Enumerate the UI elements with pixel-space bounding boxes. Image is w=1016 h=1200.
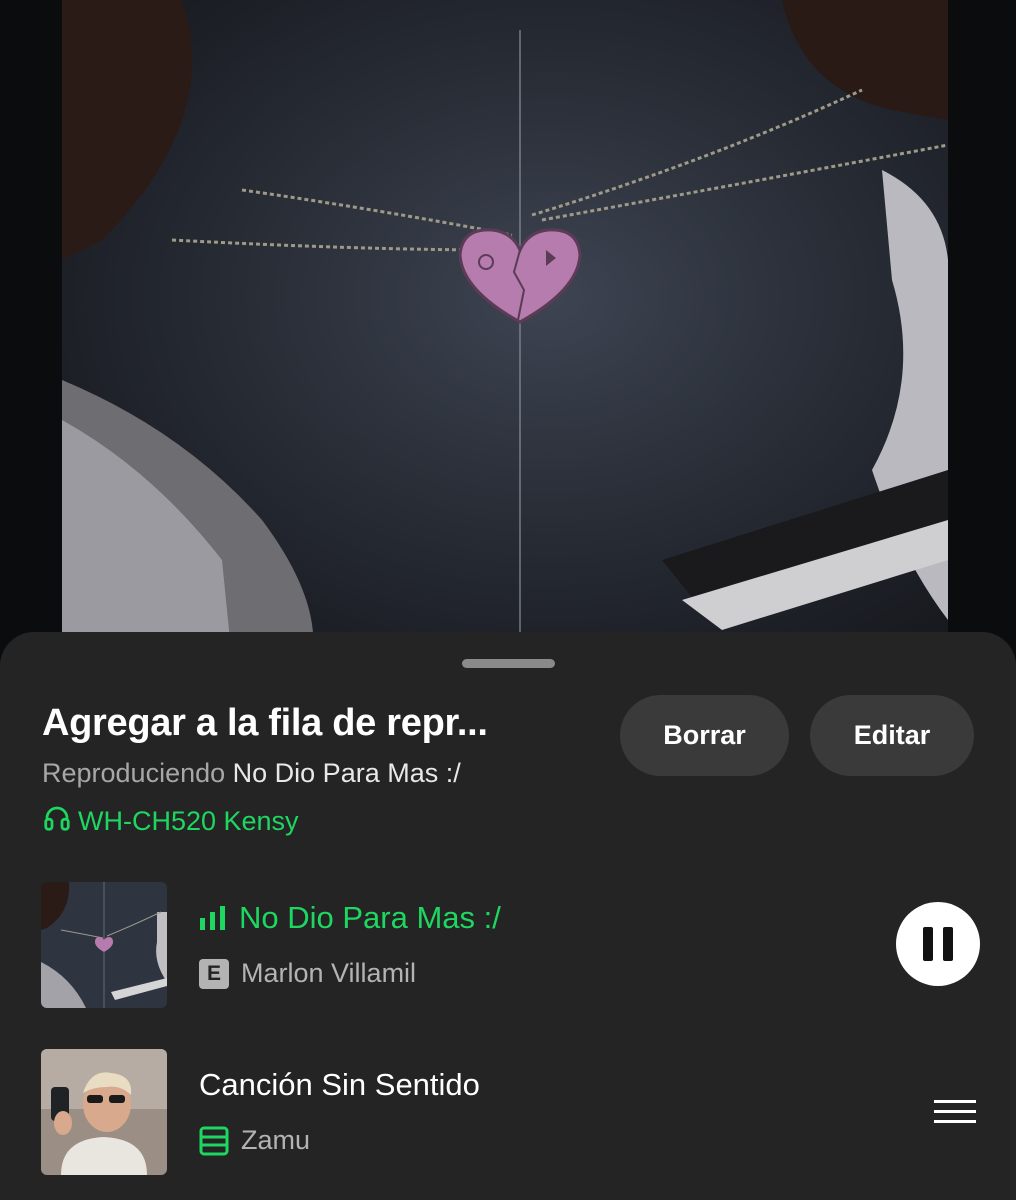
sheet-drag-handle[interactable] [462,659,555,668]
delete-button[interactable]: Borrar [620,695,789,776]
explicit-badge: E [199,958,229,989]
equalizer-icon [199,906,227,930]
reorder-handle-icon[interactable] [934,1097,976,1127]
playlist-icon [199,1126,229,1156]
headphones-icon [42,803,78,840]
now-playing-line: Reproduciendo No Dio Para Mas :/ [42,758,461,789]
track-title: No Dio Para Mas :/ [199,900,501,936]
queue-row-now-playing[interactable]: No Dio Para Mas :/ E Marlon Villamil [0,882,1016,1008]
sheet-title: Agregar a la fila de repr... [42,702,488,744]
track-artwork [41,882,167,1008]
device-name: WH-CH520 Kensy [78,806,299,836]
queue-bottom-sheet: Agregar a la fila de repr... Reproducien… [0,632,1016,1200]
track-subtitle: E Marlon Villamil [199,958,416,989]
album-art-area [0,0,1016,660]
track-artwork [41,1049,167,1175]
album-art [62,0,948,660]
track-artist: Zamu [241,1125,311,1155]
track-title-text: No Dio Para Mas :/ [239,900,501,935]
queue-row[interactable]: Canción Sin Sentido Zamu [0,1049,1016,1175]
track-title: Canción Sin Sentido [199,1067,480,1102]
track-subtitle: Zamu [199,1125,310,1156]
track-artist: Marlon Villamil [241,958,417,988]
now-playing-track: No Dio Para Mas :/ [232,758,461,788]
pause-button[interactable] [896,902,980,986]
connected-device[interactable]: WH-CH520 Kensy [42,803,299,840]
edit-button[interactable]: Editar [810,695,974,776]
pause-icon [918,927,958,961]
now-playing-prefix: Reproduciendo [42,758,226,788]
